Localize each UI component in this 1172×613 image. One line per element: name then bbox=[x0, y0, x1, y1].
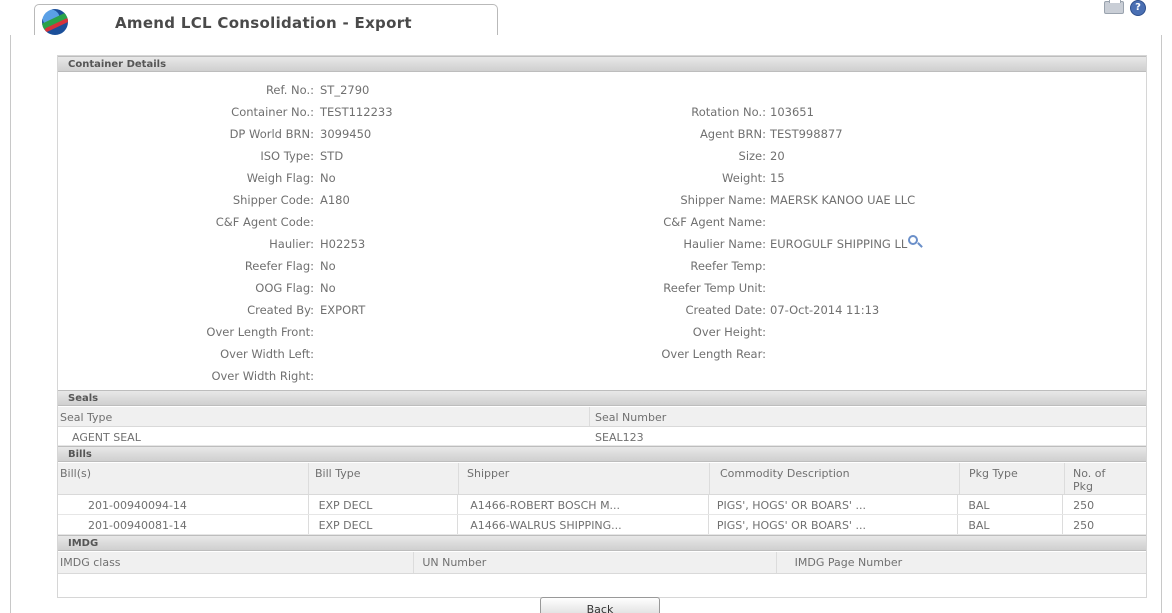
container-details-header: Container Details bbox=[58, 56, 1146, 72]
page-title-tab: Amend LCL Consolidation - Export bbox=[34, 4, 498, 36]
bill-type-cell: EXP DECL bbox=[309, 495, 459, 514]
imdg-class-column-header[interactable]: IMDG class bbox=[58, 552, 415, 573]
haulier-label: Haulier: bbox=[269, 237, 314, 251]
imdg-table-header: IMDG class UN Number IMDG Page Number bbox=[58, 552, 1146, 574]
over-length-front-label: Over Length Front: bbox=[206, 325, 314, 339]
table-row[interactable]: 201-00940094-14 EXP DECL A1466-ROBERT BO… bbox=[58, 495, 1146, 515]
search-icon[interactable] bbox=[908, 235, 919, 245]
over-width-right-label: Over Width Right: bbox=[211, 369, 314, 383]
weight-label: Weight: bbox=[722, 171, 766, 185]
table-row[interactable]: AGENT SEAL SEAL123 bbox=[58, 427, 1146, 446]
haulier-name-field: EUROGULF SHIPPING LL bbox=[770, 235, 919, 251]
seal-number-cell: SEAL123 bbox=[595, 431, 644, 444]
agent-brn-value: TEST998877 bbox=[770, 127, 843, 141]
oog-flag-label: OOG Flag: bbox=[255, 281, 314, 295]
pkg-type-cell: BAL bbox=[958, 515, 1064, 534]
no-of-pkg-column-header[interactable]: No. of Pkg bbox=[1065, 463, 1125, 494]
agent-brn-label: Agent BRN: bbox=[699, 127, 766, 141]
container-no-value: TEST112233 bbox=[320, 105, 393, 119]
print-icon[interactable] bbox=[1104, 0, 1124, 14]
company-logo bbox=[42, 9, 68, 35]
page-title: Amend LCL Consolidation - Export bbox=[115, 14, 412, 32]
un-number-column-header[interactable]: UN Number bbox=[414, 552, 777, 573]
bills-table-header: Bill(s) Bill Type Shipper Commodity Desc… bbox=[58, 463, 1146, 495]
help-icon[interactable]: ? bbox=[1130, 0, 1146, 16]
reefer-temp-label: Reefer Temp: bbox=[690, 259, 766, 273]
rotation-no-value: 103651 bbox=[770, 105, 814, 119]
commodity-description-column-header[interactable]: Commodity Description bbox=[710, 463, 960, 494]
imdg-header: IMDG bbox=[58, 535, 1146, 551]
bill-type-column-header[interactable]: Bill Type bbox=[309, 463, 459, 494]
over-length-rear-label: Over Length Rear: bbox=[661, 347, 766, 361]
seal-type-cell: AGENT SEAL bbox=[72, 431, 141, 444]
dp-world-brn-value: 3099450 bbox=[320, 127, 372, 141]
bill-number-cell: 201-00940094-14 bbox=[58, 495, 309, 514]
haulier-name-label: Haulier Name: bbox=[683, 237, 766, 251]
created-date-label: Created Date: bbox=[685, 303, 766, 317]
size-value: 20 bbox=[770, 149, 785, 163]
shipper-name-label: Shipper Name: bbox=[680, 193, 766, 207]
iso-type-label: ISO Type: bbox=[260, 149, 314, 163]
oog-flag-value: No bbox=[320, 281, 336, 295]
created-by-value: EXPORT bbox=[320, 303, 366, 317]
reefer-flag-label: Reefer Flag: bbox=[244, 259, 314, 273]
weight-value: 15 bbox=[770, 171, 785, 185]
reefer-temp-unit-label: Reefer Temp Unit: bbox=[663, 281, 766, 295]
imdg-page-number-column-header[interactable]: IMDG Page Number bbox=[777, 552, 1146, 573]
bill-number-cell: 201-00940081-14 bbox=[58, 515, 309, 534]
commodity-description-cell: PIGS', HOGS' OR BOARS' ... bbox=[709, 495, 959, 514]
main-panel: Container Details Ref. No.: ST_2790 Cont… bbox=[57, 55, 1147, 598]
weigh-flag-label: Weigh Flag: bbox=[246, 171, 314, 185]
bills-header: Bills bbox=[58, 446, 1146, 462]
seal-number-column-header[interactable]: Seal Number bbox=[590, 407, 1146, 426]
shipper-cell: A1466-WALRUS SHIPPING... bbox=[458, 515, 709, 534]
reefer-flag-value: No bbox=[320, 259, 336, 273]
weigh-flag-value: No bbox=[320, 171, 336, 185]
seal-type-column-header[interactable]: Seal Type bbox=[58, 407, 591, 426]
shipper-name-value: MAERSK KANOO UAE LLC bbox=[770, 193, 916, 207]
shipper-code-value: A180 bbox=[320, 193, 350, 207]
haulier-name-value: EUROGULF SHIPPING LL bbox=[770, 237, 908, 251]
ref-no-label: Ref. No.: bbox=[265, 83, 314, 97]
cf-agent-name-label: C&F Agent Name: bbox=[663, 215, 766, 229]
pkg-type-cell: BAL bbox=[958, 495, 1064, 514]
created-date-value: 07-Oct-2014 11:13 bbox=[770, 303, 880, 317]
container-no-label: Container No.: bbox=[231, 105, 314, 119]
back-button[interactable]: Back bbox=[540, 597, 660, 613]
size-label: Size: bbox=[738, 149, 766, 163]
top-toolbar: ? bbox=[1104, 0, 1146, 16]
shipper-code-label: Shipper Code: bbox=[232, 193, 314, 207]
iso-type-value: STD bbox=[320, 149, 344, 163]
no-of-pkg-cell: 250 bbox=[1073, 499, 1095, 512]
over-height-label: Over Height: bbox=[692, 325, 766, 339]
rotation-no-label: Rotation No.: bbox=[691, 105, 766, 119]
over-width-left-label: Over Width Left: bbox=[220, 347, 314, 361]
ref-no-value: ST_2790 bbox=[320, 83, 370, 97]
shipper-column-header[interactable]: Shipper bbox=[459, 463, 710, 494]
shipper-cell: A1466-ROBERT BOSCH M... bbox=[458, 495, 709, 514]
seals-header: Seals bbox=[58, 390, 1146, 406]
no-of-pkg-cell: 250 bbox=[1073, 519, 1095, 532]
dp-world-brn-label: DP World BRN: bbox=[229, 127, 314, 141]
created-by-label: Created By: bbox=[247, 303, 314, 317]
commodity-description-cell: PIGS', HOGS' OR BOARS' ... bbox=[709, 515, 959, 534]
bill-type-cell: EXP DECL bbox=[309, 515, 459, 534]
pkg-type-column-header[interactable]: Pkg Type bbox=[960, 463, 1065, 494]
bills-column-header[interactable]: Bill(s) bbox=[58, 463, 309, 494]
seals-table-header: Seal Type Seal Number bbox=[58, 407, 1146, 427]
haulier-value: H02253 bbox=[320, 237, 366, 251]
table-row[interactable]: 201-00940081-14 EXP DECL A1466-WALRUS SH… bbox=[58, 515, 1146, 535]
cf-agent-code-label: C&F Agent Code: bbox=[215, 215, 314, 229]
